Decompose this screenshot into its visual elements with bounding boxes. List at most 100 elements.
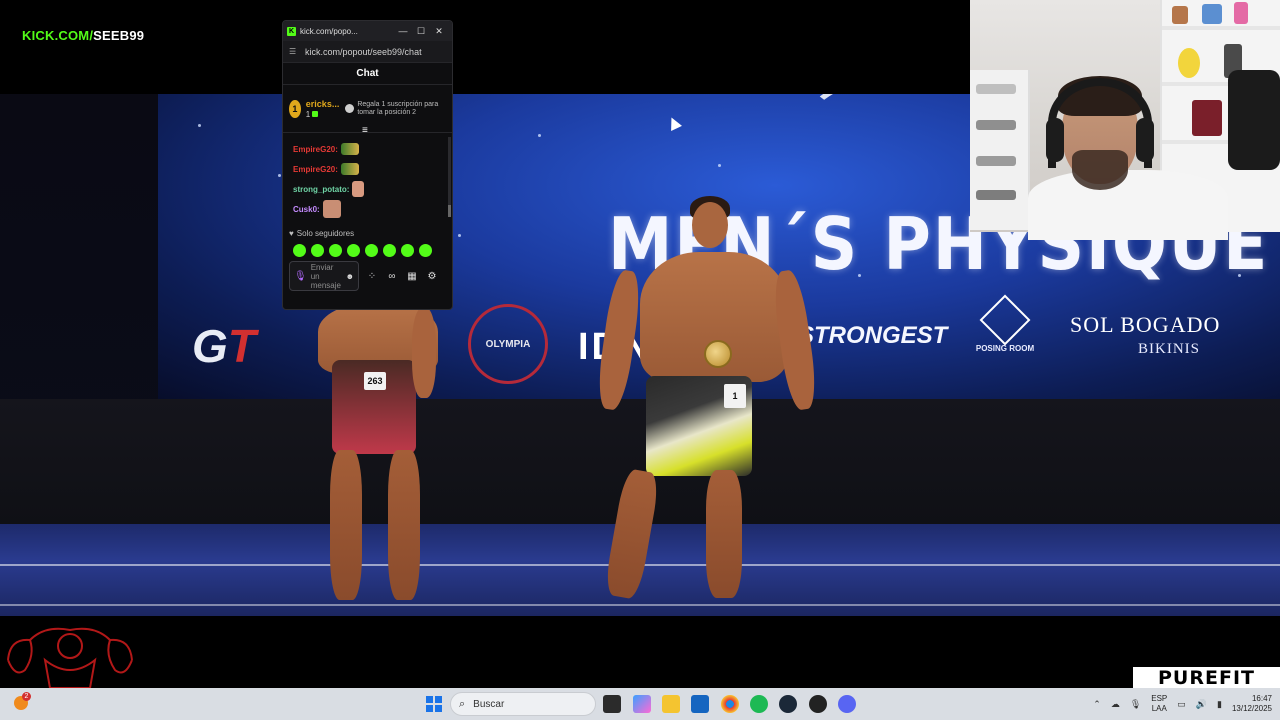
search-placeholder: Buscar — [473, 698, 505, 710]
infinity-icon[interactable]: ∞ — [385, 271, 399, 282]
sponsor-olympia-logo: OLYMPIA — [468, 304, 548, 384]
message-username[interactable]: Cusk0: — [293, 205, 320, 214]
kick-favicon-icon: K — [287, 26, 296, 36]
spotify-icon[interactable] — [750, 695, 768, 713]
language-indicator[interactable]: ESP LAA — [1151, 694, 1167, 714]
taskbar-search[interactable]: ⌕ Buscar — [450, 692, 596, 716]
stage-line — [0, 604, 1280, 606]
message-username[interactable]: EmpireG20: — [293, 165, 338, 174]
stream-handle: SEEB99 — [93, 28, 145, 43]
rank-badge: 1 — [289, 99, 301, 118]
shoe — [976, 156, 1016, 166]
chrome-icon[interactable] — [721, 695, 739, 713]
streamer-body — [1028, 170, 1228, 240]
shelf-item — [1192, 100, 1222, 136]
microphone-icon[interactable]: 🎙 — [1130, 699, 1141, 710]
frog-emote-icon — [340, 143, 359, 155]
windows-start-icon[interactable] — [426, 696, 442, 712]
athlete-bib: 263 — [364, 372, 386, 390]
task-view-icon[interactable] — [603, 695, 621, 713]
emote-icon[interactable] — [293, 244, 306, 257]
network-icon[interactable]: ▭ — [1177, 699, 1186, 710]
emote-icon[interactable] — [365, 244, 378, 257]
headset-earcup — [1136, 118, 1154, 162]
logo-head — [57, 633, 83, 659]
minimize-icon[interactable]: — — [394, 26, 412, 36]
site-info-icon[interactable]: ☰ — [289, 47, 299, 56]
system-tray: ⌃ ☁ 🎙 ESP LAA ▭ 🔊 ▮ 16:47 13/12/2025 — [1093, 688, 1272, 720]
scrollbar-thumb[interactable] — [448, 205, 451, 217]
gift-shop-icon[interactable]: ▦ — [405, 271, 419, 282]
clock[interactable]: 16:47 13/12/2025 — [1232, 694, 1272, 714]
file-explorer-icon[interactable] — [662, 695, 680, 713]
gift-icon — [345, 104, 355, 113]
dots-icon[interactable]: ⁘ — [365, 271, 379, 282]
sponsor-bikinis-text: BIKINIS — [1138, 341, 1200, 357]
chat-message[interactable]: EmpireG20: — [293, 139, 442, 159]
windows-taskbar: 2 ⌕ Buscar ⌃ ☁ 🎙 ESP LAA ▭ 🔊 ▮ 16:47 13/12… — [0, 688, 1280, 720]
clock-time: 16:47 — [1251, 694, 1272, 703]
chat-header: Chat — [283, 63, 452, 85]
url-bar[interactable]: ☰ kick.com/popout/seeb99/chat — [283, 41, 452, 63]
app-icon[interactable] — [809, 695, 827, 713]
emote-icon[interactable] — [329, 244, 342, 257]
start-tile — [435, 696, 442, 703]
shelf-item — [1202, 4, 1222, 24]
logo-left-arm — [7, 638, 33, 674]
chat-popout-window[interactable]: K kick.com/popo... — ☐ ✕ ☰ kick.com/popo… — [282, 20, 453, 310]
gift-prompt[interactable]: Regala 1 suscripción para tomar la posic… — [345, 101, 446, 117]
purefit-brand-logo: PUREFIT — [1133, 667, 1280, 689]
sparkle — [458, 234, 461, 237]
chat-message[interactable]: Cusk0: — [293, 199, 442, 219]
sponsor-posing-room-logo: POSING ROOM — [970, 294, 1040, 353]
emote-icon[interactable] — [311, 244, 324, 257]
gift-count-value: 1 — [305, 109, 311, 119]
chat-input[interactable]: 🎙 Enviar un mensaje ☻ — [289, 261, 359, 291]
message-username[interactable]: EmpireG20: — [293, 145, 338, 154]
microphone-icon[interactable]: 🎙 — [294, 271, 307, 282]
chat-messages[interactable]: EmpireG20: EmpireG20: strong_potato: Cus… — [283, 133, 452, 225]
sponsor-olympia-text: OLYMPIA — [485, 338, 531, 350]
athlete-leg — [330, 450, 362, 600]
quick-emote-bar[interactable] — [283, 242, 452, 261]
logo-right-arm — [107, 638, 133, 674]
emote-icon[interactable] — [347, 244, 360, 257]
chat-scrollbar[interactable] — [448, 137, 451, 217]
discord-icon[interactable] — [838, 695, 856, 713]
emoji-picker-icon[interactable]: ☻ — [346, 272, 354, 281]
gift-icon — [312, 110, 319, 117]
chat-message[interactable]: EmpireG20: — [293, 159, 442, 179]
url-text: kick.com/popout/seeb99/chat — [305, 46, 422, 57]
emote-icon[interactable] — [401, 244, 414, 257]
emote-icon[interactable] — [383, 244, 396, 257]
store-icon[interactable] — [691, 695, 709, 713]
message-username[interactable]: strong_potato: — [293, 185, 349, 194]
battery-icon[interactable]: ▮ — [1217, 699, 1222, 710]
chevron-up-icon[interactable]: ⌃ — [1093, 699, 1101, 710]
pinned-gifter[interactable]: 1 ericks... 1 Regala 1 suscripción para … — [283, 85, 452, 136]
copilot-icon[interactable] — [633, 695, 651, 713]
volume-icon[interactable]: 🔊 — [1196, 699, 1207, 710]
emote-icon[interactable] — [419, 244, 432, 257]
chat-input-placeholder: Enviar un mensaje — [310, 262, 341, 290]
athlete-bib: 1 — [724, 384, 746, 408]
start-tile — [426, 705, 433, 712]
window-titlebar[interactable]: K kick.com/popo... — ☐ ✕ — [283, 21, 452, 41]
lang-bottom: LAA — [1151, 704, 1167, 713]
chat-message[interactable]: strong_potato: — [293, 179, 442, 199]
cloud-off-icon[interactable]: ☁ — [1111, 699, 1120, 710]
sparkle — [538, 134, 541, 137]
sparkle — [198, 124, 201, 127]
gaming-chair — [1228, 70, 1280, 170]
pinned-username[interactable]: ericks... — [306, 99, 340, 110]
notification-badge: 2 — [22, 692, 31, 701]
maximize-icon[interactable]: ☐ — [412, 26, 430, 37]
clock-date: 13/12/2025 — [1231, 704, 1272, 713]
close-icon[interactable]: ✕ — [430, 26, 448, 37]
start-tile — [426, 696, 433, 703]
sparkle — [278, 174, 281, 177]
steam-icon[interactable] — [779, 695, 797, 713]
gift-prompt-text: Regala 1 suscripción para tomar la posic… — [357, 100, 439, 116]
shelf — [1162, 26, 1280, 30]
gear-icon[interactable]: ⚙ — [425, 271, 439, 282]
